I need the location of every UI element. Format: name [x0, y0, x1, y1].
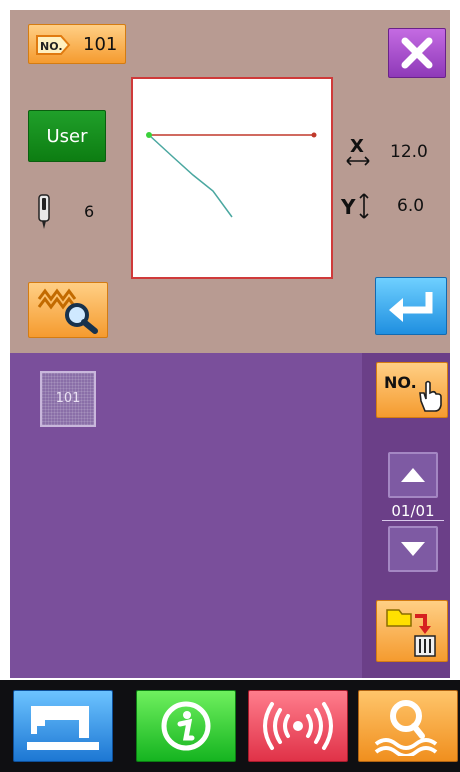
x-scale-value: 12.0: [390, 142, 428, 162]
search-icon: [374, 700, 438, 756]
needle-value: 6: [84, 202, 95, 221]
program-tag-label: NO.: [40, 40, 63, 53]
page-indicator: 01/01: [382, 502, 444, 521]
search-button[interactable]: [358, 690, 458, 762]
triangle-down-icon: [401, 542, 425, 556]
preview-start-point: [146, 132, 152, 138]
no-select-button[interactable]: NO.: [376, 362, 448, 418]
no-select-label: NO.: [384, 373, 417, 392]
stitch-search-button[interactable]: [28, 282, 108, 338]
user-button-label: User: [46, 125, 88, 147]
y-scale-icon: Y: [340, 193, 369, 219]
program-number-button[interactable]: NO. 101: [28, 24, 126, 64]
wireless-icon: [263, 702, 333, 750]
pattern-number: 101: [55, 391, 81, 406]
program-number-value: 101: [83, 34, 118, 55]
sewing-mode-button[interactable]: [13, 690, 113, 762]
close-icon: [401, 37, 433, 69]
copy-delete-button[interactable]: [376, 600, 448, 662]
close-button[interactable]: [388, 28, 446, 78]
copy-delete-icon: [386, 609, 436, 657]
pattern-list-item[interactable]: 101: [40, 371, 96, 427]
svg-text:X: X: [350, 136, 364, 157]
info-button[interactable]: [136, 690, 236, 762]
y-scale-value: 6.0: [397, 196, 425, 216]
user-button[interactable]: User: [28, 110, 106, 162]
needle-icon: [38, 194, 50, 229]
enter-icon: [389, 292, 433, 322]
program-tag-icon: NO.: [36, 35, 71, 55]
hand-pointer-icon: [419, 380, 442, 412]
preview-end-point: [311, 132, 317, 138]
pattern-preview: [131, 77, 333, 279]
enter-button[interactable]: [375, 277, 447, 335]
stitch-search-icon: [37, 288, 98, 334]
page-down-button[interactable]: [388, 526, 438, 572]
info-icon: [161, 701, 211, 751]
page-up-button[interactable]: [388, 452, 438, 498]
x-scale-icon: X: [346, 136, 370, 166]
communication-button[interactable]: [248, 690, 348, 762]
triangle-up-icon: [401, 468, 425, 482]
sewing-machine-icon: [27, 706, 99, 750]
preview-stitch-line: [148, 134, 233, 218]
svg-text:Y: Y: [340, 195, 356, 219]
